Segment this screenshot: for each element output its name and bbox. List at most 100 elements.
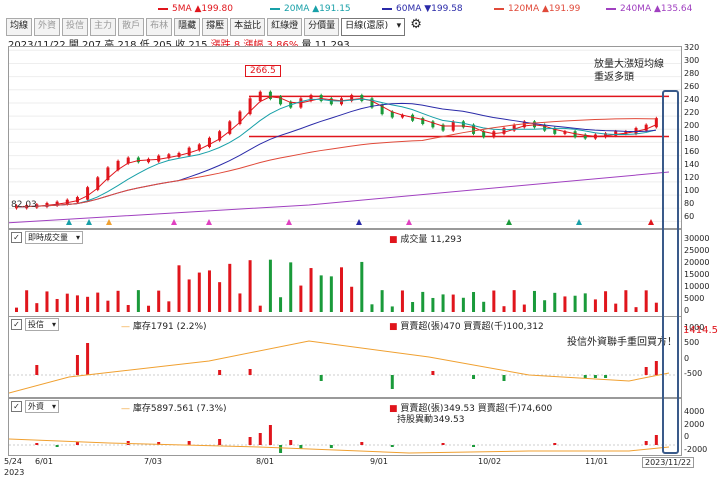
- x-label-5: 9/01: [370, 457, 388, 466]
- price-panel[interactable]: 266.5 82.03 放量大漲短均線 重返多頭: [8, 46, 682, 229]
- gear-icon[interactable]: ⚙: [407, 18, 425, 36]
- signal-marker: [286, 219, 292, 225]
- foreign-stock-line: [9, 438, 670, 454]
- trust-bar: [86, 343, 90, 375]
- volume-bar: [15, 307, 18, 312]
- volume-bar: [147, 305, 151, 312]
- tab-3[interactable]: 主力: [90, 18, 117, 36]
- foreign-bar: [472, 445, 476, 447]
- axis-label: 5000: [684, 294, 705, 303]
- axis-label: 0: [684, 306, 690, 315]
- tab-6[interactable]: 隱藏: [174, 18, 201, 36]
- foreign-chart[interactable]: [9, 399, 681, 455]
- highlight-box: [662, 90, 679, 454]
- axis-label: 280: [684, 69, 700, 78]
- tab-0[interactable]: 均線: [6, 18, 33, 36]
- signal-marker: [406, 219, 412, 225]
- volume-bar: [55, 298, 59, 312]
- period-select[interactable]: 日線(還原): [341, 18, 406, 36]
- axis-label: 160: [684, 147, 700, 156]
- signal-marker: [356, 219, 362, 225]
- x-label-6: 10/02: [478, 457, 502, 466]
- volume-bar: [573, 295, 577, 312]
- tab-1[interactable]: 外資: [34, 18, 61, 36]
- ma-swatch: [494, 7, 504, 10]
- signal-marker: [86, 219, 92, 225]
- volume-bar: [482, 301, 486, 312]
- axis-label: 320: [684, 43, 700, 52]
- axis-label: 30000: [684, 234, 710, 243]
- foreign-bar: [268, 425, 272, 445]
- trust-bar: [654, 361, 658, 375]
- trust-panel[interactable]: ✓ 投信 — 庫存1791 (2.2%) ■ 買賣超(張)470 買賣超(千)1…: [8, 316, 682, 398]
- candle: [360, 95, 364, 101]
- price-chart[interactable]: [9, 47, 681, 228]
- toolbar: 均線外資投信主力散戶布林隱藏撐壓本益比紅綠燈分價量日線(還原)⚙: [6, 18, 425, 36]
- x-label-current: 2023/11/22: [642, 457, 695, 468]
- candle: [492, 131, 496, 138]
- tab-7[interactable]: 撐壓: [202, 18, 229, 36]
- axis-label: 180: [684, 134, 700, 143]
- volume-panel[interactable]: ✓ 即時成交量 ■ 成交量 11,293: [8, 229, 682, 317]
- tab-5[interactable]: 布林: [146, 18, 173, 36]
- foreign-bar: [644, 441, 648, 445]
- volume-bar: [106, 300, 110, 312]
- tab-10[interactable]: 分價量: [304, 18, 340, 36]
- tab-2[interactable]: 投信: [62, 18, 89, 36]
- volume-bar: [512, 290, 516, 312]
- axis-label: 220: [684, 108, 700, 117]
- x-axis: 5/24 6/01 7/03 8/01 9/01 10/02 11/01 202…: [4, 455, 695, 503]
- volume-bar: [289, 262, 293, 312]
- candle: [136, 157, 140, 163]
- price-axis: 320 300 280 260 240 220 200 180 160 140 120 100 80 60: [682, 43, 718, 227]
- ma-value: 5MA ▲199.80: [172, 4, 233, 14]
- foreign-bar: [360, 442, 364, 445]
- axis-label: 200: [684, 121, 700, 130]
- volume-bar: [177, 265, 181, 312]
- axis-label: 4000: [684, 407, 705, 416]
- volume-bar: [604, 291, 608, 312]
- volume-bar: [279, 297, 283, 312]
- volume-bar: [45, 291, 49, 312]
- foreign-bar: [390, 445, 394, 447]
- volume-bar: [421, 291, 425, 312]
- volume-bar: [441, 294, 445, 312]
- tab-8[interactable]: 本益比: [230, 18, 266, 36]
- volume-bar: [593, 299, 597, 312]
- candle: [258, 91, 262, 101]
- tab-4[interactable]: 散戶: [118, 18, 145, 36]
- volume-bar: [65, 293, 69, 312]
- volume-bar: [157, 290, 161, 312]
- foreign-bar: [75, 442, 79, 445]
- ma-legend-5ma: 5MA ▲199.80: [158, 4, 233, 14]
- volume-bar: [522, 304, 526, 312]
- volume-bar: [583, 293, 587, 312]
- axis-label: 20000: [684, 258, 710, 267]
- x-label-1: 5/24: [4, 457, 22, 466]
- trust-bar: [644, 367, 648, 375]
- volume-bar: [116, 290, 120, 312]
- volume-bar: [360, 261, 364, 312]
- foreign-panel[interactable]: ✓ 外資 — 庫存5897.561 (7.3%) ■ 買賣超(張)349.53 …: [8, 398, 682, 456]
- x-label-7: 11/01: [585, 457, 609, 466]
- tab-9[interactable]: 紅綠燈: [267, 18, 303, 36]
- signal-marker: [206, 219, 212, 225]
- volume-bar: [370, 304, 374, 312]
- volume-bar: [197, 272, 201, 312]
- axis-label: 25000: [684, 246, 710, 255]
- volume-bar: [299, 285, 303, 312]
- foreign-bar: [248, 437, 252, 445]
- signal-marker: [171, 219, 177, 225]
- foreign-bar: [441, 443, 445, 445]
- volume-bar: [86, 296, 90, 312]
- trust-chart[interactable]: [9, 317, 681, 397]
- volume-chart[interactable]: [9, 230, 681, 316]
- signal-marker: [576, 219, 582, 225]
- foreign-bar: [654, 435, 658, 445]
- ma-value: 20MA ▲191.15: [284, 4, 351, 14]
- axis-label: 2000: [684, 419, 705, 429]
- foreign-bar: [218, 439, 222, 445]
- volume-bar: [532, 290, 536, 312]
- volume-bar: [207, 270, 211, 312]
- volume-bar: [350, 286, 354, 312]
